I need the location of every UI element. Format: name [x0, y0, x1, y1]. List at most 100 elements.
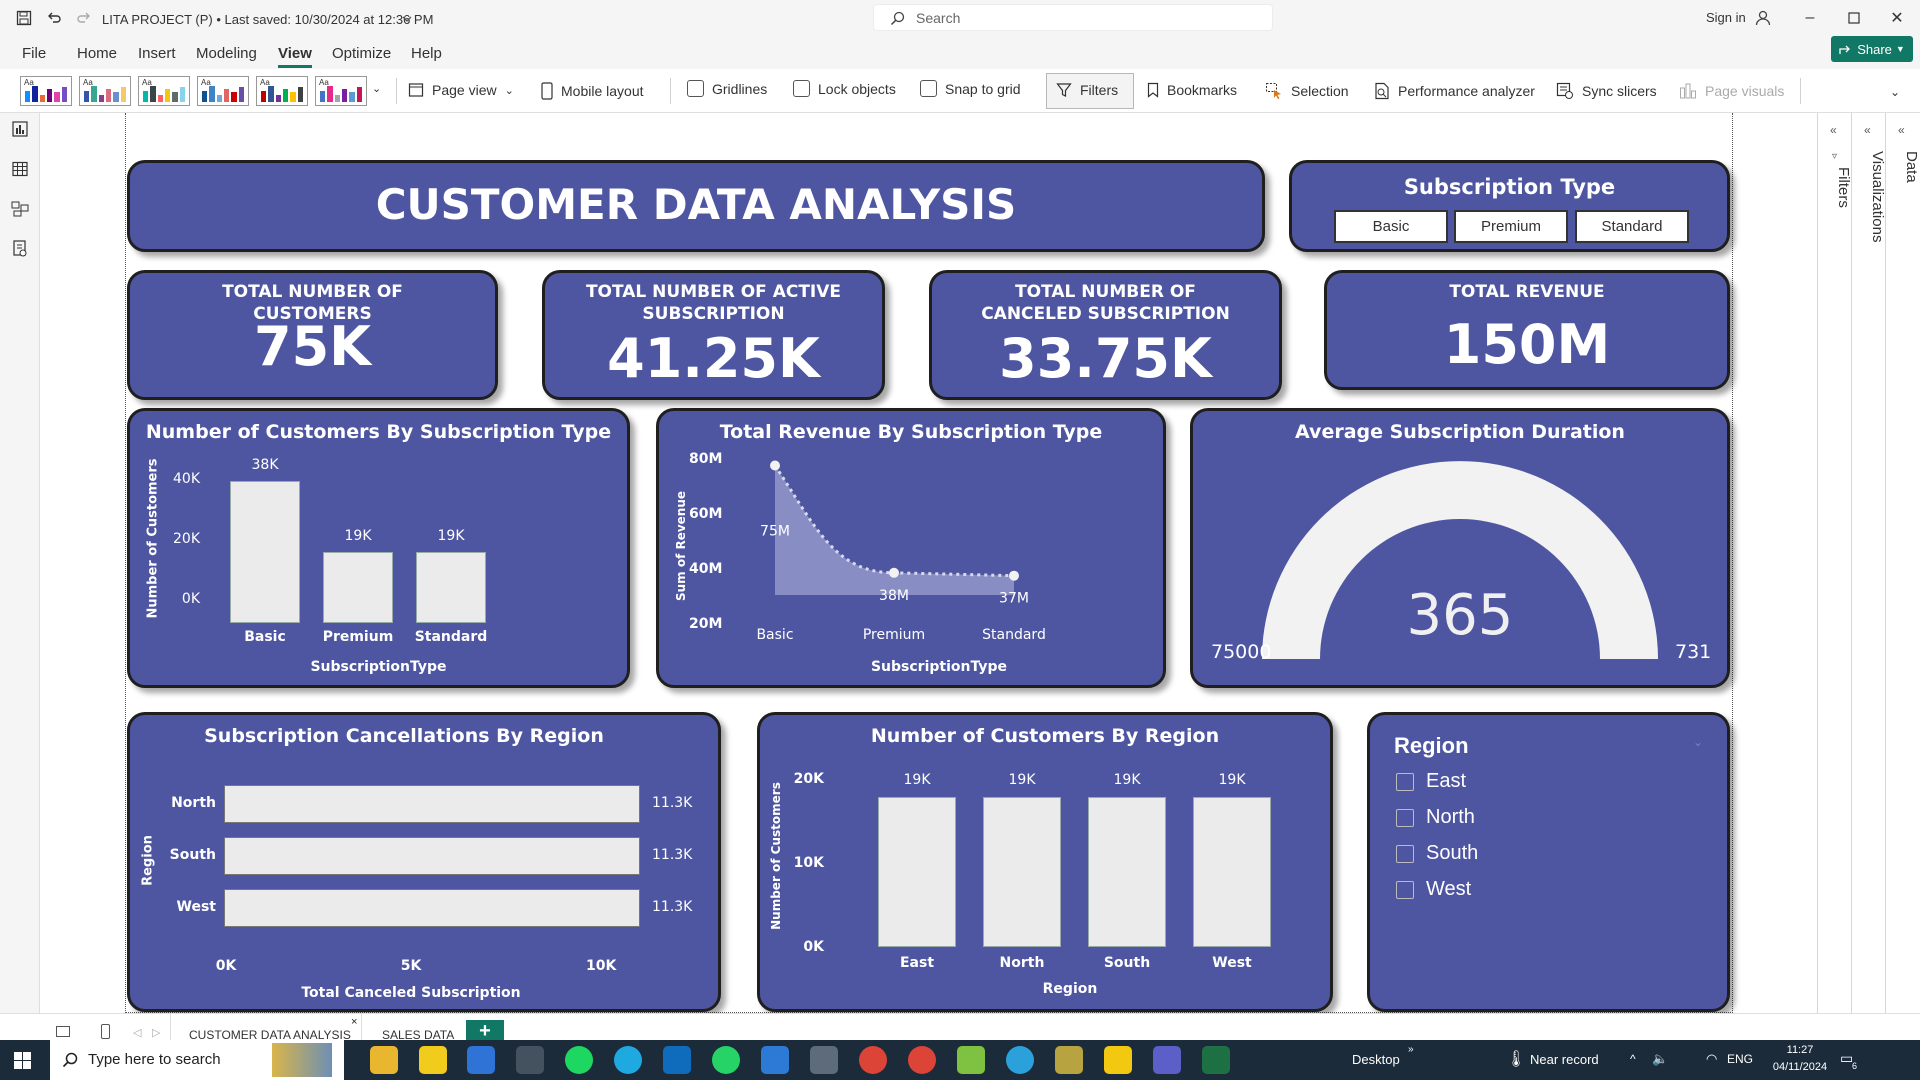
slicer-item-north[interactable]: North — [1396, 806, 1475, 829]
kpi-canceled-subscriptions[interactable]: TOTAL NUMBER OF CANCELED SUBSCRIPTION 33… — [929, 270, 1282, 400]
filters-pane[interactable]: « ▿ Filters — [1817, 113, 1852, 1023]
calculator-icon[interactable] — [810, 1046, 838, 1074]
theme-swatch-6[interactable]: Aa — [315, 76, 367, 106]
selection-button[interactable]: Selection — [1265, 82, 1349, 100]
clock-date[interactable]: 04/11/2024 — [1765, 1061, 1835, 1073]
minimize-button[interactable]: – — [1795, 6, 1825, 30]
table-view-icon[interactable] — [10, 159, 30, 179]
filters-button[interactable]: Filters — [1056, 82, 1118, 98]
tray-chevron-icon[interactable]: ^ — [1630, 1052, 1636, 1066]
language-indicator[interactable]: ENG — [1727, 1052, 1753, 1066]
dax-query-view-icon[interactable] — [10, 239, 30, 259]
theme-swatch-4[interactable]: Aa — [197, 76, 249, 106]
store-icon[interactable] — [467, 1046, 495, 1074]
theme-swatch-2[interactable]: Aa — [79, 76, 131, 106]
excel-icon[interactable] — [1202, 1046, 1230, 1074]
file-explorer-icon[interactable] — [370, 1046, 398, 1074]
close-tab-icon[interactable]: × — [351, 1016, 357, 1028]
windows-start-icon[interactable] — [14, 1052, 31, 1074]
share-button[interactable]: Share ▼ — [1831, 36, 1913, 62]
menu-help[interactable]: Help — [411, 42, 442, 65]
chevron-down-icon[interactable] — [396, 8, 418, 30]
app-icon[interactable] — [1055, 1046, 1083, 1074]
outlook-icon[interactable] — [663, 1046, 691, 1074]
sync-slicers-button[interactable]: Sync slicers — [1556, 82, 1657, 100]
dashboard-title-card[interactable]: CUSTOMER DATA ANALYSIS — [127, 160, 1265, 252]
chevron-down-icon[interactable]: ⌄ — [1693, 735, 1703, 749]
weather-icon[interactable]: 🌡 — [1506, 1049, 1526, 1069]
expand-icon[interactable]: « — [1864, 123, 1871, 137]
undo-icon[interactable] — [43, 7, 65, 29]
app-icon[interactable] — [957, 1046, 985, 1074]
customers-by-subscription-chart[interactable]: Number of Customers By Subscription Type… — [127, 408, 630, 688]
region-slicer[interactable]: Region ⌄ East North South West — [1367, 712, 1730, 1012]
bookmarks-button[interactable]: Bookmarks — [1147, 82, 1237, 98]
chrome-icon[interactable] — [859, 1046, 887, 1074]
sticky-notes-icon[interactable] — [419, 1046, 447, 1074]
slicer-item-east[interactable]: East — [1396, 770, 1466, 793]
document-title[interactable]: LITA PROJECT (P) • Last saved: 10/30/202… — [102, 12, 433, 27]
snap-to-grid-checkbox[interactable]: Snap to grid — [920, 80, 1021, 97]
mail-icon[interactable] — [761, 1046, 789, 1074]
expand-icon[interactable]: « — [1898, 123, 1905, 137]
add-page-button[interactable]: + — [466, 1020, 504, 1040]
revenue-by-subscription-chart[interactable]: Total Revenue By Subscription Type Sum o… — [656, 408, 1166, 688]
mobile-layout-button[interactable]: Mobile layout — [541, 82, 644, 100]
performance-analyzer-button[interactable]: Performance analyzer — [1374, 82, 1535, 100]
page-tab-sales-data[interactable]: SALES DATA — [382, 1028, 454, 1040]
save-icon[interactable] — [13, 7, 35, 29]
search-input[interactable]: Search — [873, 4, 1273, 31]
close-button[interactable]: ✕ — [1882, 6, 1912, 30]
subscription-type-slicer[interactable]: Subscription Type Basic Premium Standard — [1289, 160, 1730, 252]
next-page-icon[interactable]: ▷ — [152, 1026, 160, 1039]
maximize-button[interactable] — [1839, 6, 1869, 30]
themes-more-button[interactable]: ⌄ — [372, 82, 381, 95]
visualizations-pane-label[interactable]: Visualizations — [1852, 151, 1886, 242]
volume-icon[interactable]: 🔈 — [1652, 1051, 1668, 1067]
slicer-option-standard[interactable]: Standard — [1575, 210, 1689, 243]
desktop-layout-icon[interactable] — [56, 1026, 70, 1037]
ribbon-expand-button[interactable]: ⌄ — [1890, 85, 1900, 99]
model-view-icon[interactable] — [10, 199, 30, 219]
expand-icon[interactable]: « — [1830, 123, 1837, 137]
weather-label[interactable]: Near record — [1530, 1052, 1599, 1067]
menu-modeling[interactable]: Modeling — [196, 42, 257, 65]
chrome-icon[interactable] — [908, 1046, 936, 1074]
lock-objects-checkbox[interactable]: Lock objects — [793, 80, 896, 97]
data-pane-label[interactable]: Data — [1886, 151, 1920, 183]
app-icon[interactable] — [516, 1046, 544, 1074]
page-view-button[interactable]: Page view ⌄ — [408, 82, 514, 98]
teams-icon[interactable] — [1153, 1046, 1181, 1074]
prev-page-icon[interactable]: ◁ — [133, 1026, 141, 1039]
slicer-option-basic[interactable]: Basic — [1334, 210, 1448, 243]
menu-optimize[interactable]: Optimize — [332, 42, 391, 65]
data-pane[interactable]: « Data — [1885, 113, 1920, 1023]
mobile-layout-icon[interactable] — [101, 1024, 110, 1039]
clock-time[interactable]: 11:27 — [1775, 1044, 1825, 1056]
menu-insert[interactable]: Insert — [138, 42, 176, 65]
theme-swatch-1[interactable]: Aa — [20, 76, 72, 106]
chevron-icon[interactable]: » — [1408, 1044, 1414, 1055]
gridlines-checkbox[interactable]: Gridlines — [687, 80, 767, 97]
desktop-toolbar-label[interactable]: Desktop — [1352, 1052, 1400, 1067]
taskbar-search-input[interactable]: Type here to search — [50, 1040, 344, 1080]
whatsapp-icon[interactable] — [712, 1046, 740, 1074]
edge-icon[interactable] — [614, 1046, 642, 1074]
theme-swatch-3[interactable]: Aa — [138, 76, 190, 106]
kpi-total-revenue[interactable]: TOTAL REVENUE 150M — [1324, 270, 1730, 390]
report-view-icon[interactable] — [10, 119, 30, 139]
theme-swatch-5[interactable]: Aa — [256, 76, 308, 106]
menu-file[interactable]: File — [22, 42, 46, 65]
slicer-option-premium[interactable]: Premium — [1454, 210, 1568, 243]
menu-home[interactable]: Home — [77, 42, 117, 65]
sign-in-link[interactable]: Sign in — [1706, 10, 1746, 25]
customers-by-region-chart[interactable]: Number of Customers By Region Number of … — [757, 712, 1333, 1012]
kpi-active-subscriptions[interactable]: TOTAL NUMBER OF ACTIVE SUBSCRIPTION 41.2… — [542, 270, 885, 400]
avg-subscription-duration-gauge[interactable]: Average Subscription Duration 365 75000 … — [1190, 408, 1730, 688]
telegram-icon[interactable] — [1006, 1046, 1034, 1074]
slicer-item-west[interactable]: West — [1396, 878, 1471, 901]
menu-view[interactable]: View — [278, 42, 312, 68]
cancellations-by-region-chart[interactable]: Subscription Cancellations By Region Reg… — [127, 712, 721, 1012]
visualizations-pane[interactable]: « Visualizations — [1851, 113, 1886, 1023]
user-icon[interactable] — [1752, 7, 1774, 29]
